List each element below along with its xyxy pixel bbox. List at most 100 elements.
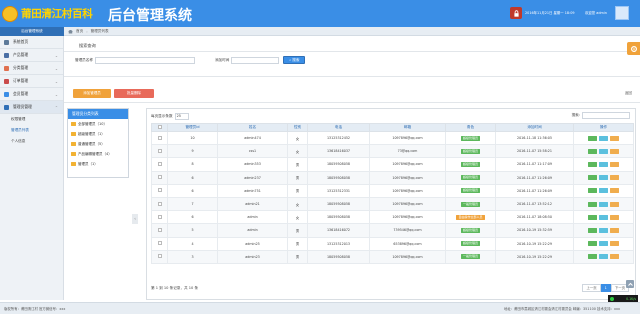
row-select-cell[interactable] — [151, 196, 168, 212]
group-item[interactable]: 产品编辑管理员（4） — [68, 149, 128, 159]
group-item[interactable]: 管理员（1） — [68, 159, 128, 169]
avatar[interactable] — [615, 6, 629, 20]
delete-button[interactable] — [610, 241, 619, 247]
row-checkbox[interactable] — [157, 135, 162, 140]
enable-button[interactable] — [588, 201, 597, 207]
lock-icon[interactable] — [510, 7, 522, 19]
column-header[interactable]: 电话 — [307, 123, 370, 132]
table-search-input[interactable] — [582, 112, 630, 119]
page-number-button[interactable]: 1 — [600, 284, 611, 292]
enable-button[interactable] — [588, 188, 597, 194]
column-header[interactable]: 添加时间 — [495, 123, 574, 132]
enable-button[interactable] — [588, 227, 597, 233]
table-row[interactable]: 4 admin25 男 13125312013 653896@qq.com 超级管理员 20… — [151, 236, 634, 251]
table-row[interactable]: 6 admin 女 18059508058 1097896@qq.com 自由操作全部人员… — [151, 210, 634, 225]
add-admin-button[interactable]: 添加管理员 — [73, 89, 111, 98]
row-select-cell[interactable] — [151, 170, 168, 185]
enable-button[interactable] — [588, 175, 597, 181]
delete-button[interactable] — [610, 148, 619, 154]
row-select-cell[interactable] — [151, 130, 168, 146]
sidebar-item-home[interactable]: 系统首页 — [0, 36, 63, 49]
table-row[interactable]: 6 admin237 男 18059508058 1097896@qq.com 超级管理员… — [151, 170, 634, 185]
column-header[interactable]: 性别 — [287, 123, 308, 132]
enable-button[interactable] — [588, 135, 597, 141]
row-checkbox[interactable] — [157, 201, 162, 206]
edit-button[interactable] — [599, 161, 608, 167]
table-row[interactable]: 3 admin23 男 18059508058 1097896@qq.com 一般管理员 2… — [151, 249, 634, 264]
row-checkbox[interactable] — [157, 214, 162, 219]
row-select-cell[interactable] — [151, 223, 168, 238]
delete-button[interactable] — [610, 161, 619, 167]
table-row[interactable]: 10 admin474 女 13125312452 1097896@qq.com 超级管理… — [151, 130, 634, 146]
table-row[interactable]: 9 css1 女 13618416037 73@qq.com 超级管理员 2016-11-0… — [151, 144, 634, 159]
edit-button[interactable] — [599, 188, 608, 194]
table-row[interactable]: 8 admin353 男 18059508058 1097896@qq.com 超级管理员… — [151, 157, 634, 172]
edit-button[interactable] — [599, 148, 608, 154]
page-size-select[interactable]: 25 — [174, 112, 189, 120]
row-select-cell[interactable] — [151, 236, 168, 251]
edit-button[interactable] — [599, 241, 608, 247]
edit-button[interactable] — [599, 227, 608, 233]
collapse-panel-toggle[interactable]: ‹ — [132, 214, 138, 224]
sidebar-item-categories[interactable]: 分类管理 ⌄ — [0, 62, 63, 75]
row-select-cell[interactable] — [151, 157, 168, 172]
column-header[interactable]: 邮箱 — [369, 123, 446, 132]
group-item[interactable]: 全部管理员（10） — [68, 119, 128, 129]
sidebar-subitem-profile[interactable]: 个人信息 — [0, 136, 63, 147]
row-select-cell[interactable] — [151, 210, 168, 225]
column-header[interactable]: 角色 — [445, 123, 496, 132]
edit-button[interactable] — [599, 175, 608, 181]
group-item[interactable]: 超级管理员（1） — [68, 129, 128, 139]
back-link[interactable]: 返回 — [625, 91, 632, 96]
search-button[interactable]: ⌕ 搜索 — [283, 56, 306, 64]
sidebar-item-products[interactable]: 产品管理 ⌄ — [0, 49, 63, 62]
row-select-cell[interactable] — [151, 144, 168, 159]
sidebar-subitem-admin-list[interactable]: 管理员列表 — [0, 125, 63, 136]
edit-button[interactable] — [599, 201, 608, 207]
row-checkbox[interactable] — [157, 254, 162, 259]
delete-button[interactable] — [610, 175, 619, 181]
sidebar-item-members[interactable]: 会员管理 ⌄ — [0, 88, 63, 101]
delete-button[interactable] — [610, 201, 619, 207]
admin-name-input[interactable] — [94, 56, 195, 64]
delete-button[interactable] — [610, 214, 619, 220]
date-input[interactable] — [231, 56, 280, 64]
enable-button[interactable] — [588, 241, 597, 247]
edit-button[interactable] — [599, 135, 608, 141]
column-header[interactable]: 管理员id — [167, 123, 218, 132]
delete-button[interactable] — [610, 254, 619, 260]
row-checkbox[interactable] — [157, 161, 162, 166]
row-checkbox[interactable] — [157, 148, 162, 153]
logo[interactable]: 莆田清江村百科 — [2, 3, 102, 24]
row-checkbox[interactable] — [157, 241, 162, 246]
edit-button[interactable] — [599, 214, 608, 220]
row-checkbox[interactable] — [157, 188, 162, 193]
delete-button[interactable] — [610, 227, 619, 233]
row-checkbox[interactable] — [157, 175, 162, 180]
settings-gear-icon[interactable] — [627, 42, 640, 55]
enable-button[interactable] — [588, 148, 597, 154]
sidebar-item-admins[interactable]: 管理员管理 ⌃ — [0, 101, 63, 114]
table-row[interactable]: 7 admin21 女 18059508058 1097896@qq.com 一般管理员 2… — [151, 196, 634, 212]
edit-button[interactable] — [599, 254, 608, 260]
table-row[interactable]: 5 admin 男 13618416072 739546@qq.com 超级管理员 2016… — [151, 223, 634, 238]
column-header[interactable]: 姓名 — [217, 123, 288, 132]
prev-page-button[interactable]: 上一页 — [582, 284, 601, 292]
enable-button[interactable] — [588, 214, 597, 220]
select-all-header[interactable] — [151, 123, 168, 132]
enable-button[interactable] — [588, 161, 597, 167]
table-row[interactable]: 6 admin751 男 13125312331 1097896@qq.com 超级管理员… — [151, 183, 634, 198]
select-all-checkbox[interactable] — [157, 125, 162, 129]
group-item[interactable]: 普通管理员（5） — [68, 139, 128, 149]
batch-delete-button[interactable]: 批量删除 — [114, 89, 154, 98]
welcome-user[interactable]: 欢迎您 admin — [585, 11, 611, 15]
breadcrumb-home[interactable]: 首页 — [76, 29, 83, 34]
row-select-cell[interactable] — [151, 249, 168, 264]
enable-button[interactable] — [588, 254, 597, 260]
delete-button[interactable] — [610, 135, 619, 141]
scroll-to-top-button[interactable] — [626, 280, 634, 288]
delete-button[interactable] — [610, 188, 619, 194]
row-checkbox[interactable] — [157, 227, 162, 232]
sidebar-subitem-permissions[interactable]: 权限管理 — [0, 114, 63, 125]
row-select-cell[interactable] — [151, 183, 168, 198]
